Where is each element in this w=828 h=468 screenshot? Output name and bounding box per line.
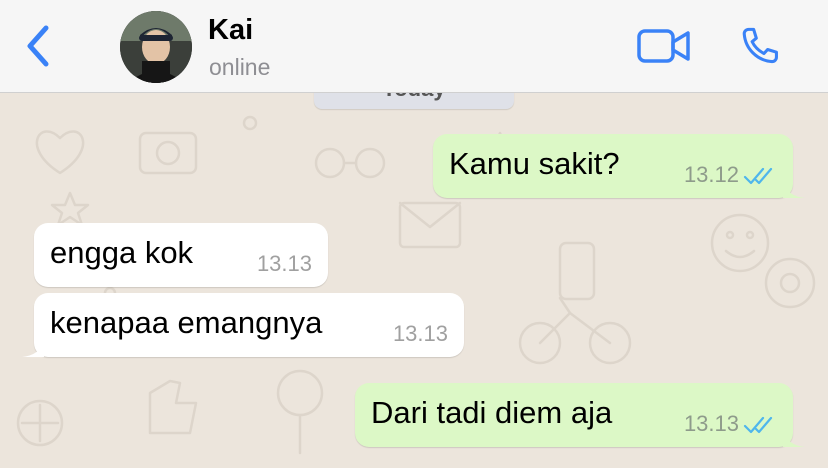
chat-header: Kai online (0, 0, 828, 93)
message-bubble-incoming[interactable]: engga kok 13.13 (34, 223, 328, 287)
contact-name[interactable]: Kai (208, 14, 253, 47)
message-text: kenapaa emangnya (50, 305, 323, 340)
double-check-read-icon (743, 167, 773, 185)
chat-area[interactable]: Today Kamu sakit? 13.12 engga kok 13.13 … (0, 93, 828, 468)
contact-status: online (209, 54, 271, 80)
bubble-tail (783, 431, 805, 447)
chevron-left-icon (27, 25, 49, 67)
message-text: Dari tadi diem aja (371, 395, 613, 430)
back-button[interactable] (18, 22, 58, 70)
message-bubble-outgoing[interactable]: Kamu sakit? 13.12 (433, 134, 805, 198)
message-bubble-outgoing[interactable]: Dari tadi diem aja 13.13 (355, 383, 805, 447)
bubble-tail (22, 341, 44, 357)
message-time: 13.13 (683, 411, 739, 436)
message-bubble-incoming[interactable]: kenapaa emangnya 13.13 (22, 293, 464, 357)
phone-icon (742, 27, 778, 64)
video-call-button[interactable] (636, 26, 692, 66)
message-time: 13.12 (683, 162, 739, 187)
contact-avatar[interactable] (120, 11, 192, 83)
date-separator: Today (314, 93, 514, 109)
double-check-read-icon (743, 416, 773, 434)
message-time: 13.13 (256, 251, 312, 276)
video-camera-icon (637, 29, 690, 63)
message-time: 13.13 (392, 321, 448, 346)
message-text: Kamu sakit? (449, 146, 620, 181)
voice-call-button[interactable] (736, 24, 782, 70)
bubble-tail (783, 182, 805, 198)
message-text: engga kok (50, 235, 194, 270)
